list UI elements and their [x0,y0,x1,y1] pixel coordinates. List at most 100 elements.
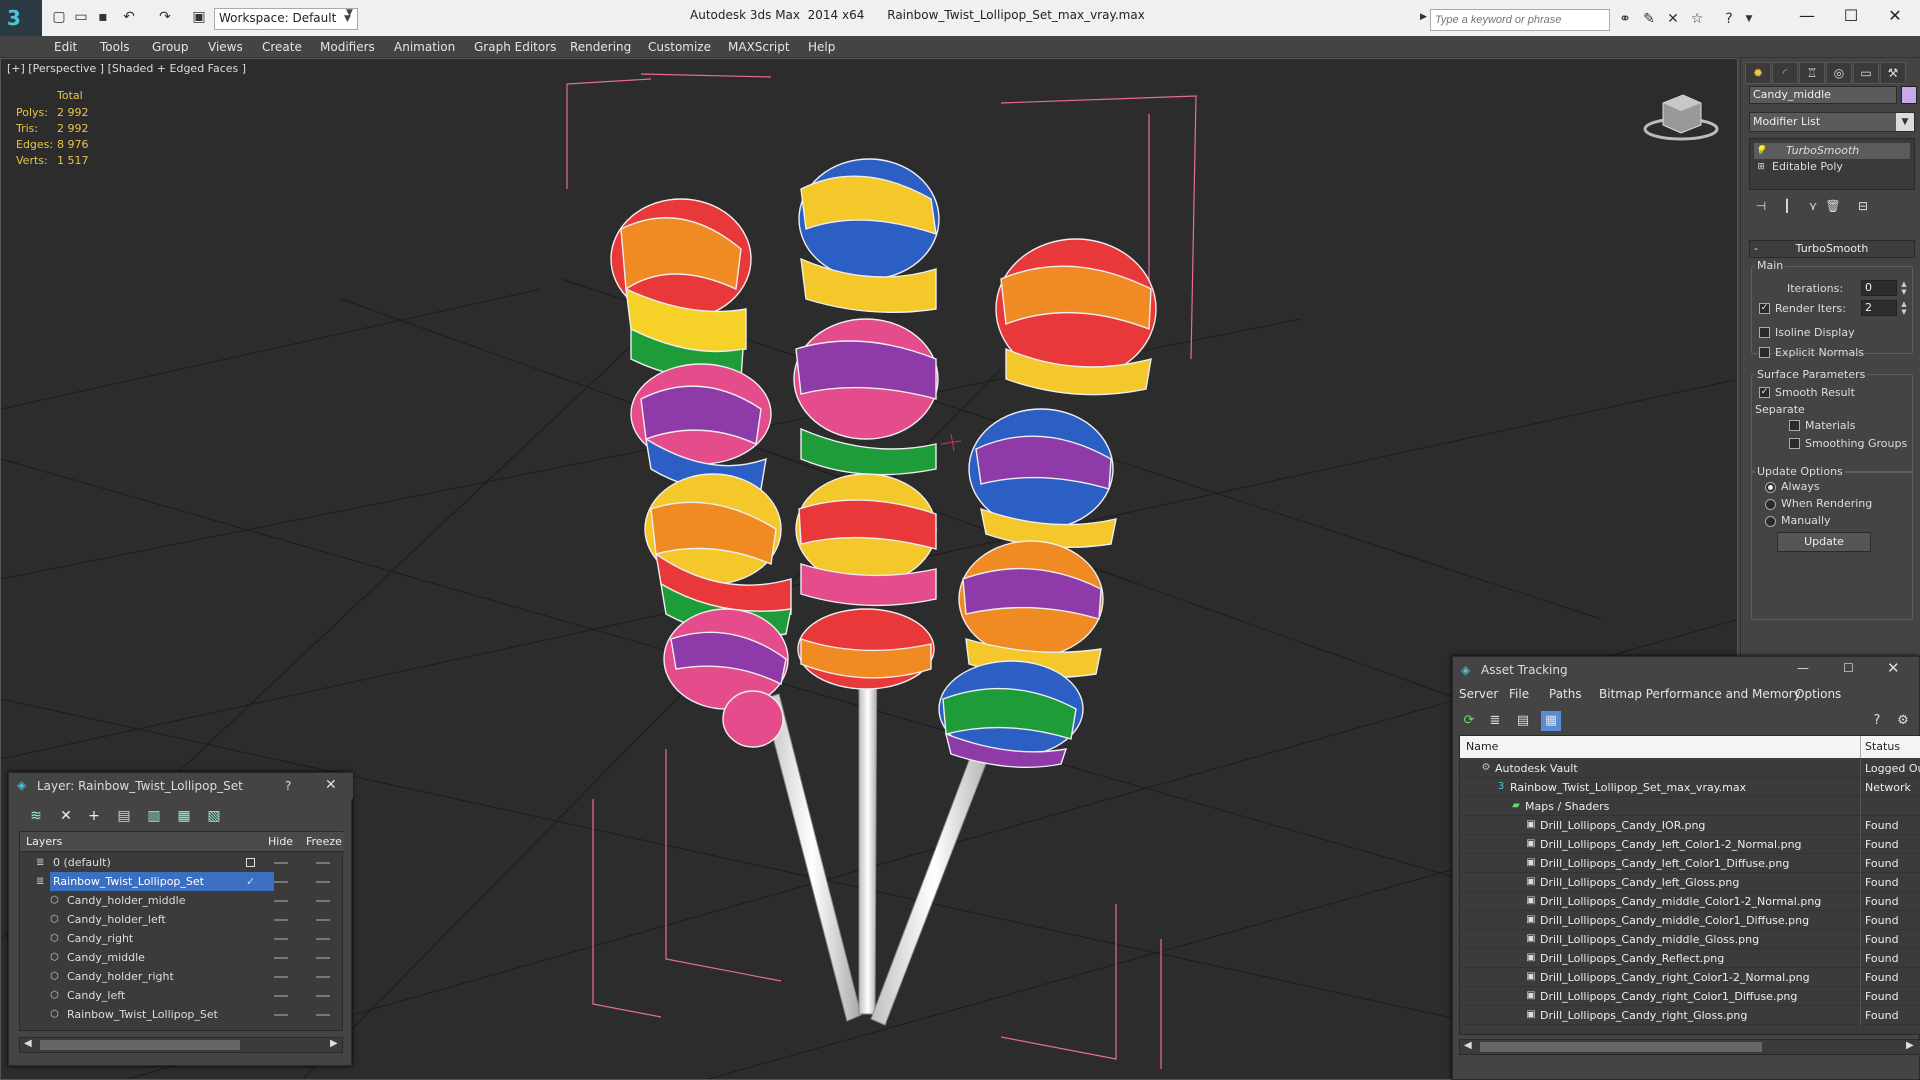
menu-modifiers[interactable]: Modifiers [320,40,375,54]
freeze-toggle[interactable] [316,900,330,902]
asset-menu-paths[interactable]: Paths [1549,687,1582,701]
asset-row[interactable]: ▣ Drill_Lollipops_Candy_right_Gloss.png Fo… [1460,1006,1920,1025]
always-radio[interactable] [1765,482,1776,493]
spinner-arrows-icon[interactable]: ▲ ▼ [1899,300,1909,316]
freeze-toggle[interactable] [316,957,330,959]
help-icon[interactable]: ? [1867,711,1887,731]
motion-tab-icon[interactable]: ◎ [1826,62,1852,84]
asset-row[interactable]: ⚙ Autodesk Vault Logged Out [1460,759,1920,778]
freeze-toggle[interactable] [316,938,330,940]
make-unique-icon[interactable]: ⋎ [1803,196,1823,216]
undo-icon[interactable]: ↶ [120,8,138,26]
col-freeze[interactable]: Freeze [306,835,342,848]
highlight-layer-icon[interactable]: ▥ [143,805,165,827]
list-view-icon[interactable]: ≣ [1485,711,1505,731]
minimize-icon[interactable]: — [1784,4,1830,28]
when-rendering-radio[interactable] [1765,499,1776,510]
asset-horizontal-scrollbar[interactable]: ◀ ▶ [1459,1039,1920,1055]
hide-all-layers-icon[interactable]: ▦ [173,805,195,827]
asset-row[interactable]: ▣ Drill_Lollipops_Candy_right_Color1-2_No… [1460,968,1920,987]
stack-item-editable-poly[interactable]: ⊞ Editable Poly [1754,159,1910,175]
hide-toggle[interactable] [274,900,288,902]
col-status[interactable]: Status [1860,736,1900,758]
configure-modifier-sets-icon[interactable]: ⊟ [1853,196,1873,216]
add-to-layer-icon[interactable]: + [83,805,105,827]
layer-row[interactable]: ⬡ Rainbow_Twist_Lollipop_Set [20,1005,344,1024]
menu-tools[interactable]: Tools [100,40,130,54]
table-view-icon[interactable]: ▦ [1541,711,1561,731]
delete-layer-icon[interactable]: ✕ [55,805,77,827]
help-icon[interactable]: ? [285,779,291,793]
layer-name[interactable]: Candy_holder_middle [64,891,188,910]
layer-row[interactable]: ⬡ Candy_right [20,929,344,948]
layer-name[interactable]: 0 (default) [50,853,114,872]
save-file-icon[interactable]: ▪ [94,8,112,26]
asset-menu-options[interactable]: Options [1795,687,1841,701]
hide-toggle[interactable] [274,938,288,940]
layer-name[interactable]: Candy_holder_left [64,910,169,929]
layer-name[interactable]: Rainbow_Twist_Lollipop_Set [50,872,274,891]
turbosmooth-rollout-header[interactable]: - TurboSmooth [1749,240,1915,258]
hierarchy-tab-icon[interactable]: ♖ [1799,62,1825,84]
create-tab-icon[interactable]: ✹ [1745,62,1771,84]
menu-create[interactable]: Create [262,40,302,54]
spinner-arrows-icon[interactable]: ▲ ▼ [1899,280,1909,296]
layer-row[interactable]: ⬡ Candy_holder_middle [20,891,344,910]
layer-dialog-titlebar[interactable]: ◈ Layer: Rainbow_Twist_Lollipop_Set ? ✕ [9,773,353,799]
asset-row[interactable]: ▣ Drill_Lollipops_Candy_middle_Color1_Dif… [1460,911,1920,930]
menu-edit[interactable]: Edit [54,40,77,54]
layer-row[interactable]: ⬡ Candy_holder_left [20,910,344,929]
scroll-left-icon[interactable]: ◀ [1464,1040,1472,1051]
scrollbar-thumb[interactable] [1480,1042,1762,1052]
hide-toggle[interactable] [274,1014,288,1016]
asset-row[interactable]: ▣ Drill_Lollipops_Candy_Reflect.png Found [1460,949,1920,968]
layer-row[interactable]: ≣ Rainbow_Twist_Lollipop_Set ✓ [20,872,344,891]
workspace-dropdown[interactable]: Workspace: Default [214,8,358,30]
viewcube[interactable] [1643,94,1719,141]
col-name[interactable]: Name [1466,740,1498,753]
layer-name[interactable]: Candy_left [64,986,128,1005]
scroll-right-icon[interactable]: ▶ [330,1038,338,1049]
freeze-toggle[interactable] [316,919,330,921]
scroll-right-icon[interactable]: ▶ [1906,1040,1914,1051]
display-tab-icon[interactable]: ▭ [1853,62,1879,84]
asset-menu-file[interactable]: File [1509,687,1529,701]
hide-toggle[interactable] [274,976,288,978]
close-icon[interactable]: ✕ [1887,659,1900,677]
search-expand-icon[interactable]: ▶ [1420,12,1427,22]
col-layers[interactable]: Layers [26,835,62,848]
object-color-swatch[interactable] [1901,86,1917,104]
remove-modifier-icon[interactable]: 🗑 [1823,196,1843,216]
asset-row[interactable]: ▣ Drill_Lollipops_Candy_middle_Color1-2_N… [1460,892,1920,911]
redo-icon[interactable]: ↷ [156,8,174,26]
quick-access-dropdown-icon[interactable]: ▼ [346,8,353,18]
col-hide[interactable]: Hide [268,835,293,848]
scroll-left-icon[interactable]: ◀ [24,1038,32,1049]
asset-row[interactable]: ▰ Maps / Shaders [1460,797,1920,816]
isoline-display-checkbox[interactable] [1759,327,1770,338]
asset-row[interactable]: ▣ Drill_Lollipops_Candy_left_Color1_Diffu… [1460,854,1920,873]
render-iters-spinner[interactable]: 2 [1861,300,1897,316]
asset-row[interactable]: 3 Rainbow_Twist_Lollipop_Set_max_vray.max… [1460,778,1920,797]
hide-toggle[interactable] [274,881,288,883]
smooth-result-checkbox[interactable]: ✓ [1759,387,1770,398]
asset-row[interactable]: ▣ Drill_Lollipops_Candy_IOR.png Found [1460,816,1920,835]
hide-toggle[interactable] [274,919,288,921]
asset-row[interactable]: ▣ Drill_Lollipops_Candy_left_Color1-2_Nor… [1460,835,1920,854]
layer-name[interactable]: Candy_holder_right [64,967,177,986]
asset-row[interactable]: ▣ Drill_Lollipops_Candy_left_Gloss.png Fou… [1460,873,1920,892]
thumbnail-view-icon[interactable]: ▤ [1513,711,1533,731]
freeze-toggle[interactable] [316,881,330,883]
subscription-icon[interactable]: ✎ [1640,10,1658,28]
maximize-icon[interactable]: ☐ [1843,661,1854,675]
utilities-tab-icon[interactable]: ⚒ [1880,62,1906,84]
settings-icon[interactable]: ⚙ [1893,711,1913,731]
hide-toggle[interactable] [274,957,288,959]
explicit-normals-checkbox[interactable] [1759,347,1770,358]
menu-animation[interactable]: Animation [394,40,455,54]
viewport-label[interactable]: [+] [Perspective ] [Shaded + Edged Faces… [7,62,246,75]
menu-help[interactable]: Help [808,40,835,54]
update-button[interactable]: Update [1777,532,1871,552]
menu-customize[interactable]: Customize [648,40,711,54]
materials-checkbox[interactable] [1789,420,1800,431]
